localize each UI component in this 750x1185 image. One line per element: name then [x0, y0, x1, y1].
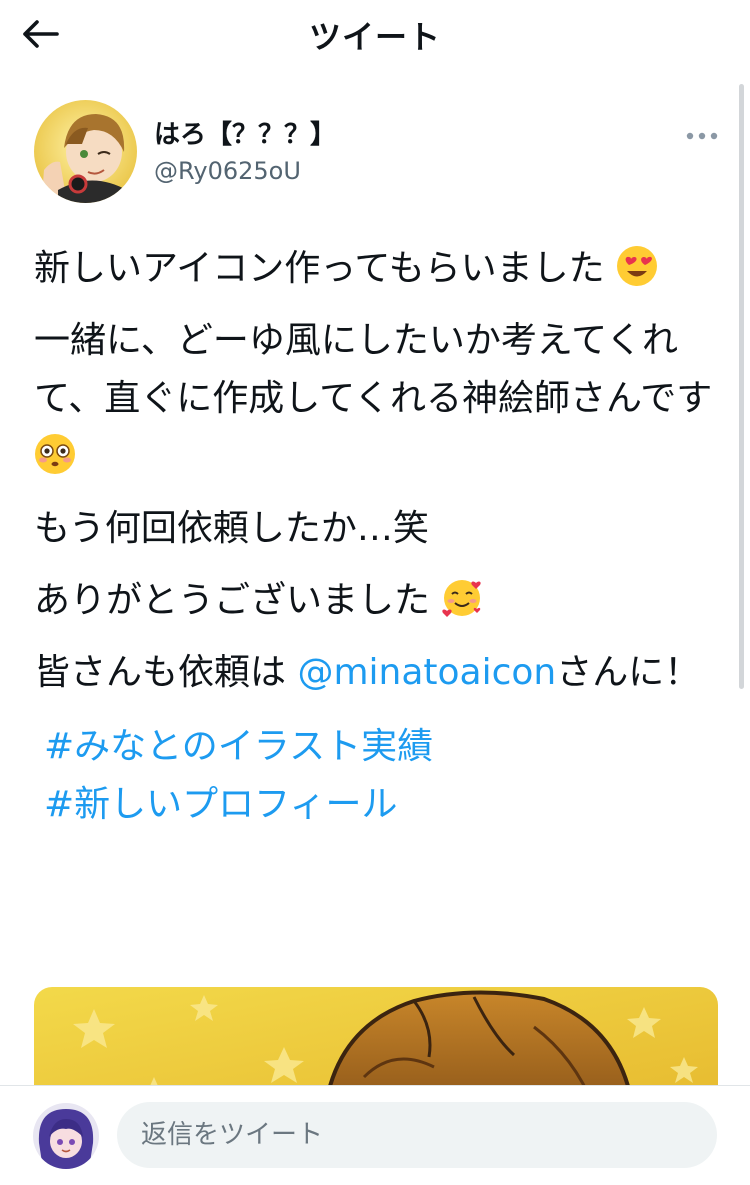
tweet-author: はろ【？？？】 @Ry0625oU — [34, 100, 724, 206]
tweet-text-segment: ありがとうございました — [34, 580, 431, 621]
tweet-text: 新しいアイコン作ってもらいました 一緒に、どーゆ風にしたいか考えてくれて、直ぐに… — [34, 240, 714, 834]
tweet-text-segment: 一緒に、どーゆ風にしたいか考えてくれて、直ぐに作成してくれる神絵師さんです — [34, 320, 713, 419]
current-user-avatar[interactable] — [33, 1103, 99, 1169]
reply-input[interactable] — [117, 1102, 717, 1168]
tweet-text-segment: さんに！ — [556, 652, 701, 693]
page-title: ツイート — [308, 18, 441, 56]
tweet-text-segment: 新しいアイコン作ってもらいました — [34, 248, 605, 289]
tweet-text-segment: 皆さんも依頼は — [34, 652, 298, 693]
flushed-emoji — [35, 434, 75, 474]
author-avatar[interactable] — [34, 100, 137, 203]
hashtag-link[interactable]: #みなとのイラスト実績 — [34, 718, 714, 776]
hashtag-list: #みなとのイラスト実績 #新しいプロフィール — [34, 718, 714, 834]
tweet-paragraph: 皆さんも依頼は @minatoaiconさんに！ — [34, 644, 714, 702]
heart-eyes-emoji — [617, 246, 658, 286]
tweet-paragraph: もう何回依頼したか…笑 — [34, 508, 429, 549]
author-display-name[interactable]: はろ【？？？】 — [154, 114, 336, 151]
tweet-paragraph: 一緒に、どーゆ風にしたいか考えてくれて、直ぐに作成してくれる神絵師さんです — [34, 312, 714, 486]
more-options-button[interactable] — [684, 122, 720, 150]
tweet-paragraph: 新しいアイコン作ってもらいました — [34, 240, 714, 298]
author-handle[interactable]: @Ry0625oU — [154, 157, 301, 185]
smiling-face-with-hearts-emoji — [442, 580, 482, 617]
mention-link[interactable]: @minatoaicon — [297, 652, 556, 693]
more-dots-icon — [686, 132, 718, 140]
hashtag-link[interactable]: #新しいプロフィール — [34, 776, 714, 834]
reply-bar — [0, 1085, 750, 1185]
tweet-paragraph: ありがとうございました — [34, 572, 714, 630]
top-bar: ツイート — [0, 0, 750, 68]
scrollbar[interactable] — [739, 84, 744, 689]
